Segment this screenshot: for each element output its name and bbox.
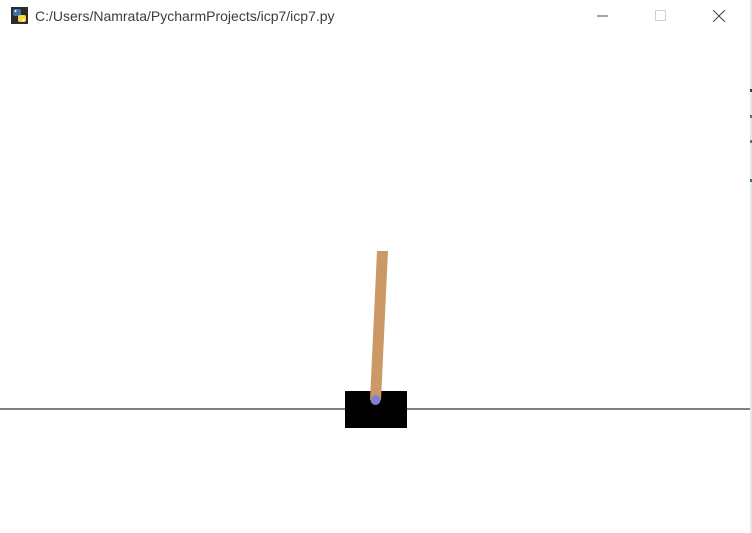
close-icon	[713, 10, 725, 22]
title-bar[interactable]: C:/Users/Namrata/PycharmProjects/icp7/ic…	[0, 0, 752, 32]
minimize-button[interactable]	[580, 0, 626, 32]
maximize-button[interactable]	[638, 0, 684, 32]
close-button[interactable]	[696, 0, 742, 32]
cartpole-render-window: C:/Users/Namrata/PycharmProjects/icp7/ic…	[0, 0, 752, 533]
python-icon	[11, 7, 28, 24]
maximize-icon	[655, 10, 666, 21]
render-canvas	[0, 251, 750, 428]
pole	[370, 251, 388, 400]
window-title: C:/Users/Namrata/PycharmProjects/icp7/ic…	[35, 8, 335, 24]
minimize-icon	[597, 15, 608, 17]
axle	[370, 395, 381, 405]
